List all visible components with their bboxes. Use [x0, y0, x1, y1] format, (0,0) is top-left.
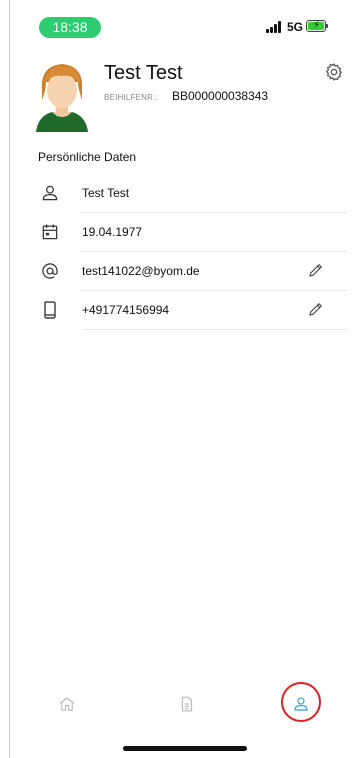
nav-documents[interactable]: [165, 683, 209, 727]
detail-value: Test Test: [82, 186, 130, 200]
home-icon: [59, 697, 75, 711]
profile-name: Test Test: [104, 62, 183, 84]
network-label: 5G: [287, 20, 304, 34]
home-indicator: [123, 746, 247, 751]
status-bar: 18:38 5G ⚡: [0, 0, 358, 44]
battery-icon: ⚡: [306, 20, 326, 32]
beihilfe-number-label: BEIHILFENR.:: [104, 93, 158, 102]
document-icon: [181, 696, 193, 712]
detail-row-email: test141022@byom.de: [38, 252, 347, 291]
detail-value: 19.04.1977: [82, 225, 143, 239]
battery-tip: [326, 24, 328, 28]
status-time: 18:38: [39, 17, 101, 38]
smartphone-icon: [40, 300, 60, 320]
edit-phone-pencil-icon[interactable]: [307, 300, 325, 318]
avatar: [34, 60, 90, 132]
nav-home[interactable]: [45, 683, 89, 727]
frame-border: [9, 0, 10, 758]
section-title: Persönliche Daten: [38, 150, 137, 164]
detail-value: test141022@byom.de: [82, 264, 200, 278]
beihilfe-number-value: BB000000038343: [172, 89, 269, 103]
calendar-icon: [40, 222, 60, 242]
settings-gear-icon[interactable]: [324, 62, 344, 82]
detail-row-phone: +491774156994: [38, 291, 347, 330]
detail-row-name: Test Test: [38, 174, 347, 213]
detail-row-birthdate: 19.04.1977: [38, 213, 347, 252]
active-tab-highlight: [281, 682, 321, 722]
signal-icon: [266, 21, 282, 33]
person-icon: [40, 183, 60, 203]
at-sign-icon: [40, 261, 60, 281]
detail-value: +491774156994: [82, 303, 170, 317]
divider: [82, 329, 347, 330]
edit-email-pencil-icon[interactable]: [307, 261, 325, 279]
